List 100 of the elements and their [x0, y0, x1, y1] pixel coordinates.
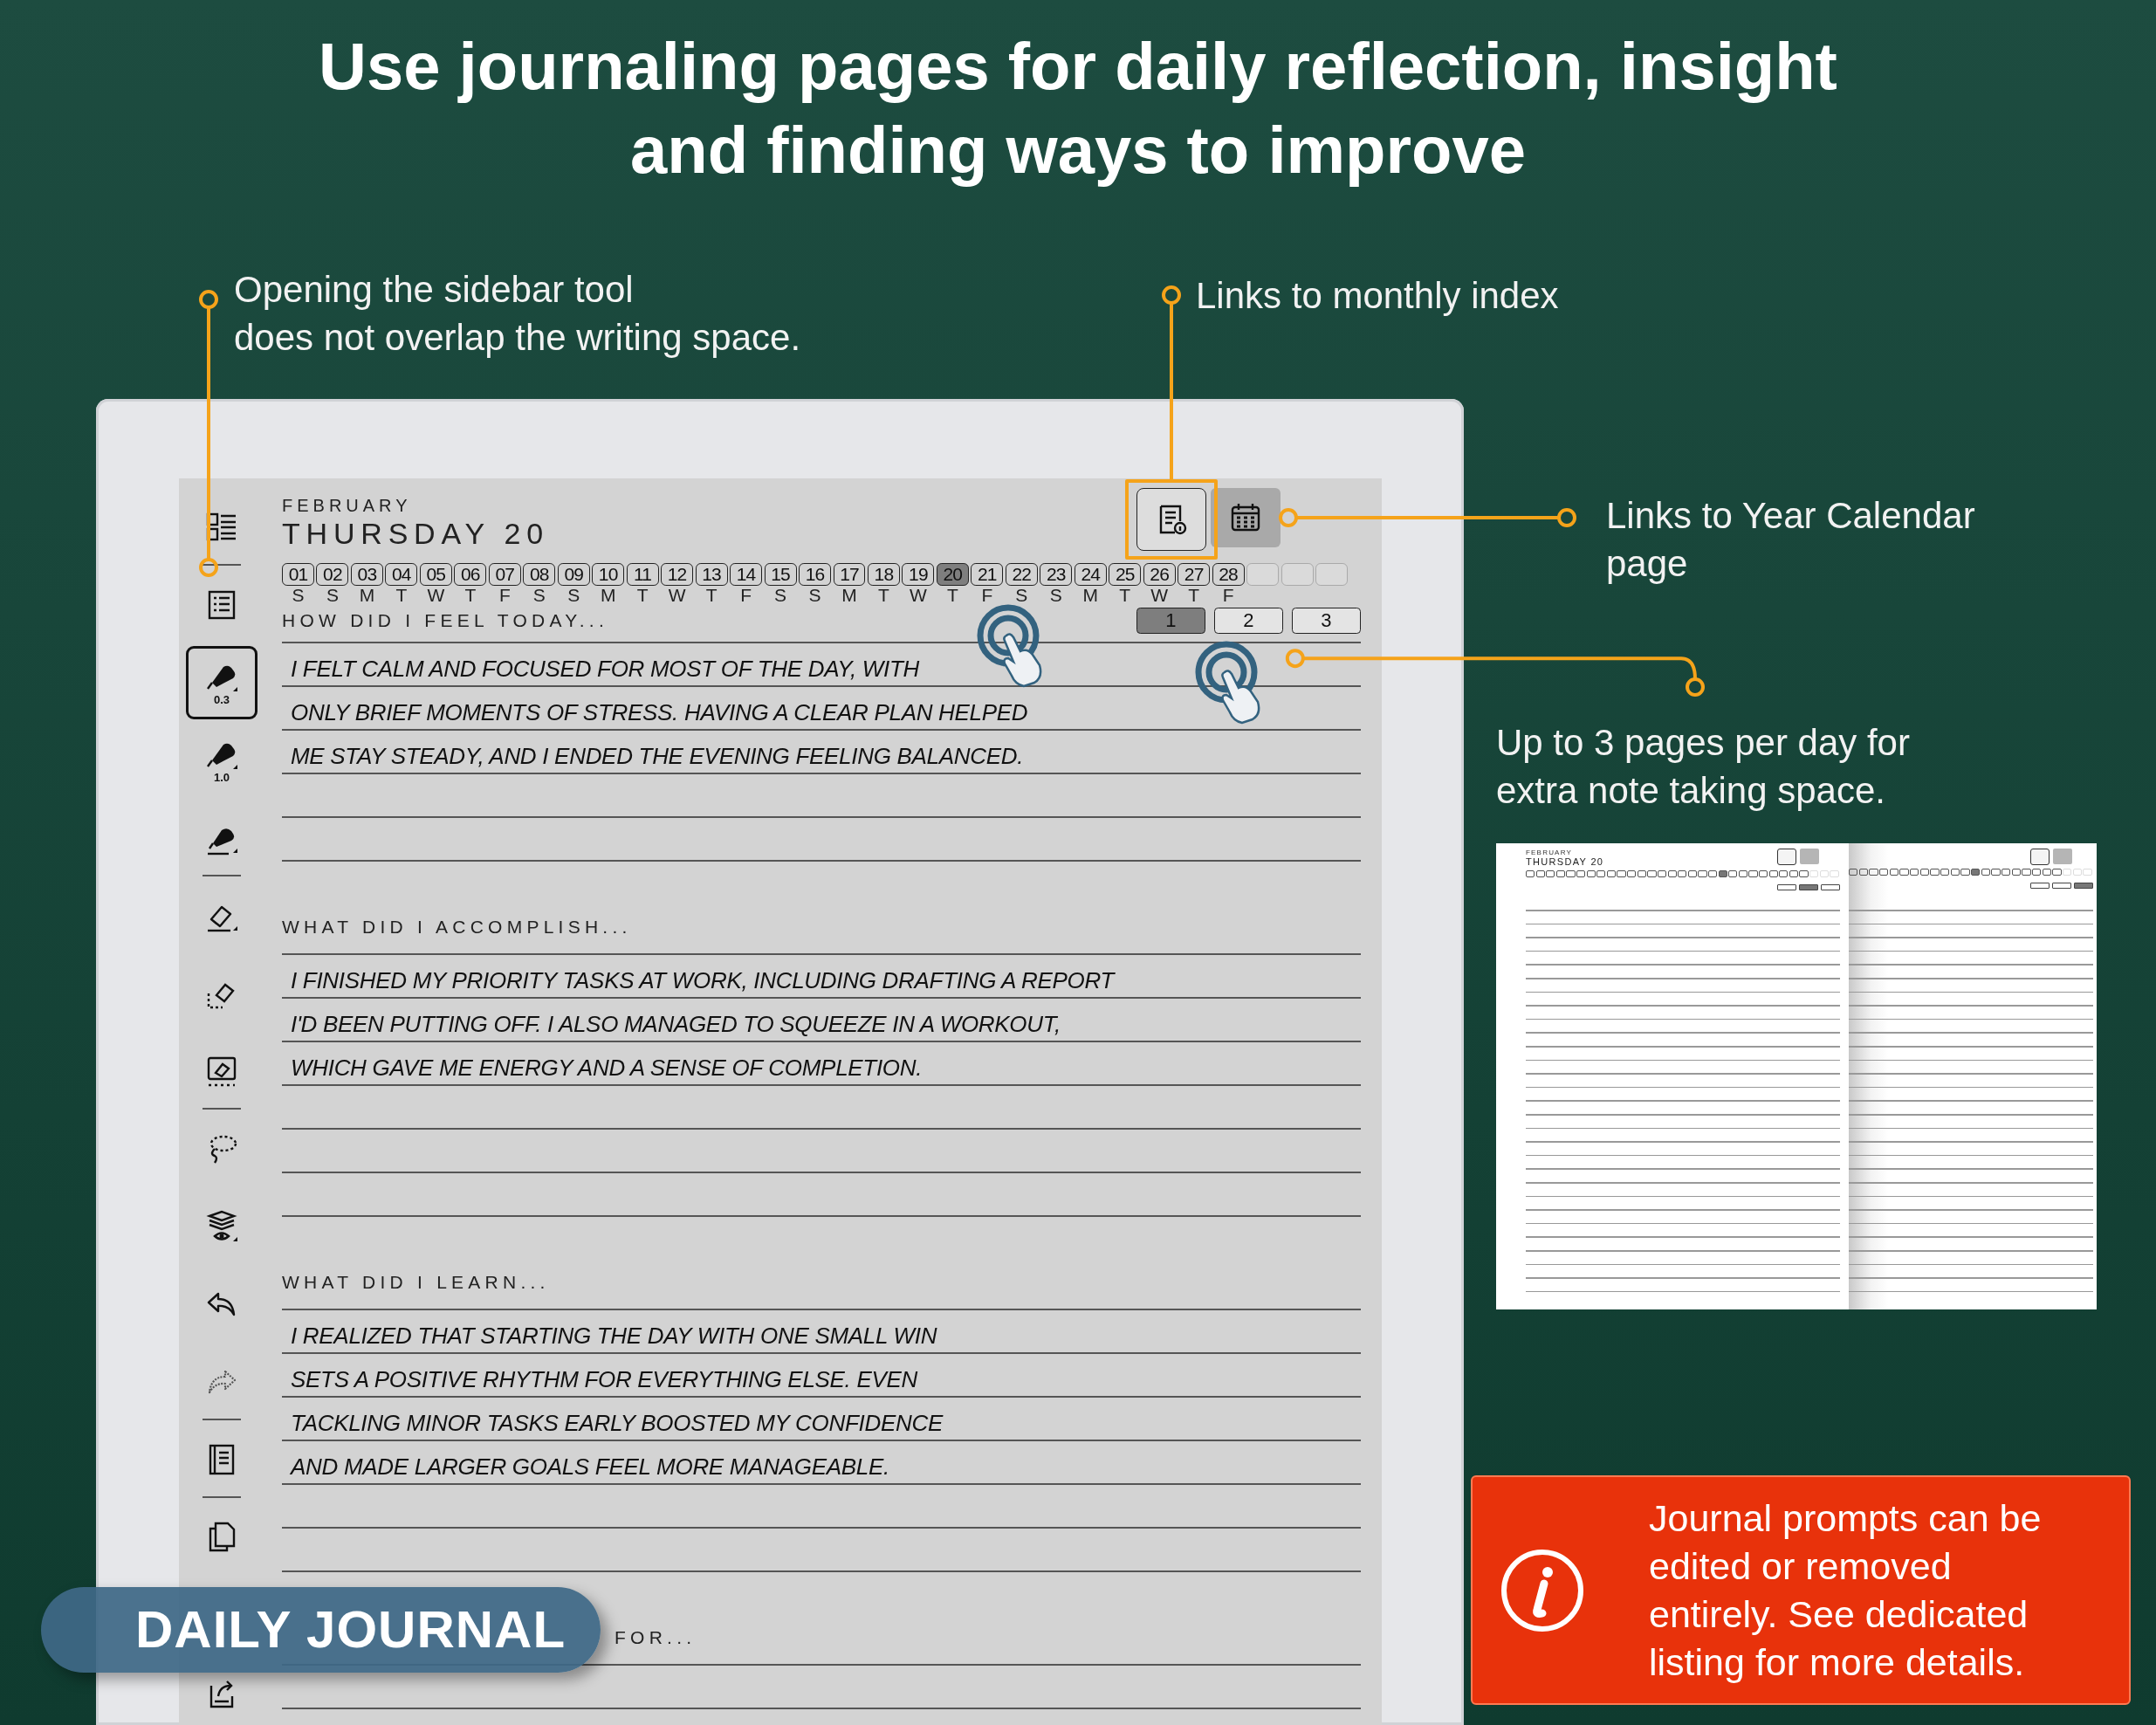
day-link[interactable] — [1748, 870, 1758, 877]
day-link[interactable] — [1950, 869, 1960, 876]
day-link[interactable] — [1687, 870, 1697, 877]
day-link[interactable] — [1728, 870, 1738, 877]
day-link[interactable] — [1919, 869, 1929, 876]
day-link[interactable] — [1596, 870, 1606, 877]
day-link[interactable] — [1657, 870, 1667, 877]
day-link[interactable]: 04 — [385, 563, 418, 587]
day-link[interactable]: 25 — [1109, 563, 1142, 587]
day-link[interactable] — [1899, 869, 1909, 876]
page-button[interactable] — [2030, 883, 2050, 889]
day-link[interactable] — [1848, 869, 1858, 876]
day-link[interactable] — [1707, 870, 1718, 877]
day-link[interactable]: 08 — [523, 563, 556, 587]
day-link[interactable] — [1678, 870, 1687, 877]
day-link[interactable]: 03 — [350, 563, 383, 587]
day-link[interactable]: 15 — [764, 563, 797, 587]
weekday-label: S — [566, 586, 581, 606]
index-button[interactable] — [1777, 849, 1796, 865]
day-link[interactable] — [1627, 870, 1637, 877]
weekday-label: T — [635, 586, 649, 606]
day-link[interactable]: 13 — [695, 563, 728, 587]
day-link[interactable] — [1981, 869, 1990, 876]
day-link[interactable]: 24 — [1074, 563, 1107, 587]
day-link[interactable] — [1799, 870, 1809, 877]
day-link[interactable] — [1586, 870, 1596, 877]
day-link[interactable] — [1718, 870, 1727, 877]
page-button[interactable] — [1777, 884, 1796, 890]
day-link[interactable]: 14 — [730, 563, 763, 587]
weekday-label: W — [426, 586, 446, 606]
day-link[interactable]: 07 — [488, 563, 521, 587]
page-button[interactable]: 3 — [1291, 608, 1361, 635]
day-link[interactable]: 02 — [316, 563, 349, 587]
day-link[interactable] — [1940, 869, 1950, 876]
day-link[interactable] — [1606, 870, 1617, 877]
day-link[interactable]: 20 — [936, 563, 969, 587]
day-link[interactable]: 28 — [1212, 563, 1245, 587]
day-link[interactable] — [1647, 870, 1657, 877]
day-link[interactable] — [1889, 869, 1899, 876]
day-link[interactable] — [1546, 870, 1555, 877]
day-link[interactable] — [1555, 870, 1566, 877]
tool-button[interactable]: 0.3 — [186, 646, 257, 719]
day-link[interactable] — [1566, 870, 1576, 877]
day-link[interactable] — [1768, 870, 1778, 877]
day-link[interactable]: 06 — [454, 563, 487, 587]
info-text: Journal prompts can be edited or removed entirely. See dedicated listing for more details. — [1649, 1495, 2042, 1685]
page-button[interactable] — [1821, 884, 1840, 890]
day-link[interactable] — [1789, 870, 1799, 877]
day-link[interactable]: 27 — [1178, 563, 1211, 587]
handwritten-text: WHICH GAVE ME ENERGY AND A SENSE OF COMPLETION. — [291, 1056, 923, 1080]
day-link[interactable] — [2052, 869, 2062, 876]
day-link[interactable] — [1617, 870, 1626, 877]
day-link[interactable] — [2031, 869, 2042, 876]
day-link[interactable] — [2022, 869, 2031, 876]
day-link[interactable] — [1667, 870, 1677, 877]
title-banner: DAILY JOURNAL — [41, 1587, 601, 1673]
day-link[interactable]: 19 — [902, 563, 935, 587]
tool-button[interactable]: 1.0 — [186, 724, 257, 797]
day-link[interactable]: 22 — [1005, 563, 1038, 587]
day-link[interactable]: 09 — [557, 563, 590, 587]
day-link[interactable] — [1759, 870, 1768, 877]
day-link[interactable] — [1779, 870, 1789, 877]
weekday-label: S — [325, 586, 340, 606]
page-button[interactable]: 2 — [1213, 608, 1283, 635]
day-link[interactable] — [1878, 869, 1889, 876]
weekday-label: T — [945, 586, 959, 606]
page-button[interactable] — [2052, 883, 2071, 889]
day-link[interactable]: 23 — [1040, 563, 1073, 587]
day-link[interactable] — [1576, 870, 1586, 877]
day-link[interactable] — [1991, 869, 2001, 876]
day-link[interactable] — [1637, 870, 1646, 877]
day-link[interactable] — [2011, 869, 2021, 876]
day-link[interactable] — [1960, 869, 1970, 876]
day-link[interactable] — [1970, 869, 1981, 876]
index-button[interactable] — [1136, 488, 1206, 551]
day-link[interactable] — [1738, 870, 1747, 877]
day-link[interactable] — [2042, 869, 2051, 876]
day-link[interactable] — [1526, 870, 1535, 877]
day-link[interactable] — [2001, 869, 2011, 876]
day-link[interactable] — [1909, 869, 1919, 876]
day-link[interactable]: 05 — [419, 563, 452, 587]
day-link[interactable] — [1869, 869, 1878, 876]
calendar-button[interactable] — [1211, 488, 1281, 547]
day-link[interactable] — [1698, 870, 1707, 877]
day-link[interactable]: 16 — [799, 563, 831, 587]
day-link[interactable]: 26 — [1143, 563, 1176, 587]
month-label: FEBRUARY — [282, 495, 413, 516]
day-link[interactable] — [1535, 870, 1545, 877]
day-link[interactable]: 17 — [833, 563, 866, 587]
day-link[interactable]: 21 — [971, 563, 1004, 587]
day-link[interactable] — [1930, 869, 1940, 876]
prompt-heading: HOW DID I FEEL TODAY... — [282, 609, 608, 633]
page-button[interactable]: 1 — [1136, 608, 1205, 635]
index-button[interactable] — [2030, 849, 2050, 865]
day-link[interactable]: 18 — [867, 563, 900, 587]
day-link[interactable] — [1858, 869, 1868, 876]
day-link[interactable]: 11 — [626, 563, 659, 587]
day-link[interactable]: 10 — [592, 563, 625, 587]
day-link[interactable]: 01 — [282, 563, 314, 587]
day-link[interactable]: 12 — [661, 563, 694, 587]
